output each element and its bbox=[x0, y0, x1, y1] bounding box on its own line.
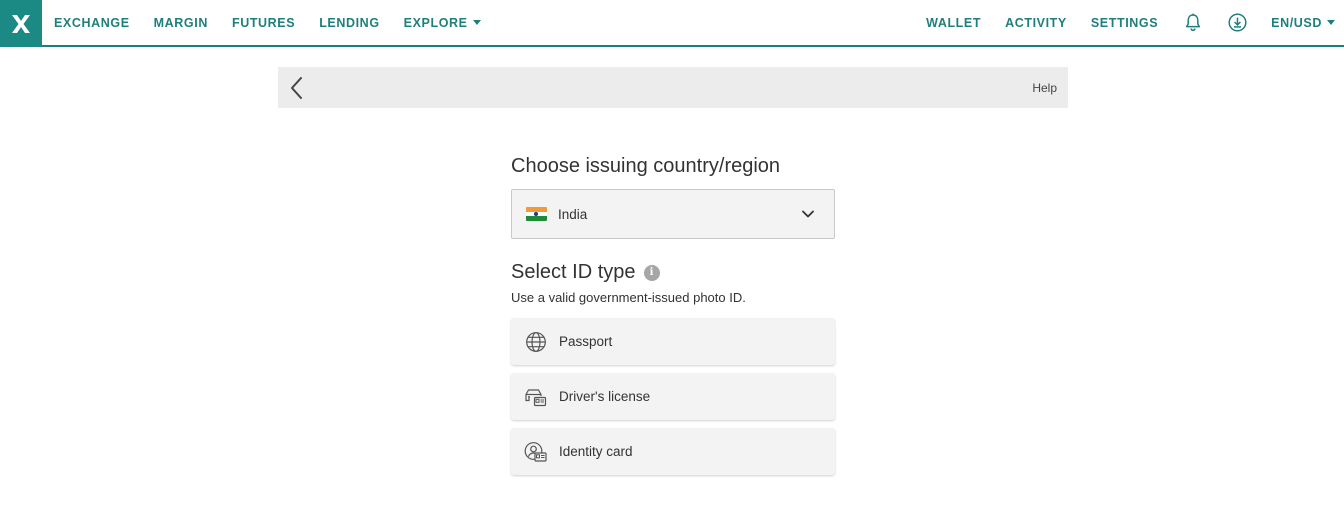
nav-activity-label: ACTIVITY bbox=[1005, 15, 1067, 30]
chevron-down-icon bbox=[802, 210, 814, 218]
nav-settings[interactable]: SETTINGS bbox=[1091, 16, 1158, 30]
nav-futures-label: FUTURES bbox=[231, 15, 296, 30]
country-select-value: India bbox=[558, 206, 588, 222]
nav-explore[interactable]: EXPLORE bbox=[404, 16, 481, 30]
caret-down-icon bbox=[472, 20, 481, 25]
nav-settings-label: SETTINGS bbox=[1090, 15, 1159, 30]
nav-margin[interactable]: MARGIN bbox=[154, 16, 208, 30]
download-button[interactable] bbox=[1228, 13, 1247, 32]
option-identity-card-label: Identity card bbox=[559, 444, 633, 459]
download-icon bbox=[1228, 13, 1247, 32]
id-verification-form: Choose issuing country/region India Sele… bbox=[511, 155, 835, 483]
id-type-description: Use a valid government-issued photo ID. bbox=[511, 290, 746, 305]
locale-label: EN/USD bbox=[1271, 15, 1322, 30]
nav-exchange-label: EXCHANGE bbox=[54, 15, 130, 30]
nav-activity[interactable]: ACTIVITY bbox=[1005, 16, 1067, 30]
x-logo-icon bbox=[12, 14, 30, 33]
nav-lending[interactable]: LENDING bbox=[319, 16, 379, 30]
option-drivers-license-label: Driver's license bbox=[559, 389, 651, 404]
nav-explore-label: EXPLORE bbox=[403, 15, 468, 30]
option-passport-label: Passport bbox=[559, 334, 613, 349]
option-identity-card[interactable]: Identity card bbox=[511, 428, 835, 475]
india-flag-icon bbox=[526, 207, 547, 221]
sub-header: Help bbox=[278, 67, 1068, 108]
person-id-icon bbox=[524, 440, 547, 463]
option-passport[interactable]: Passport bbox=[511, 318, 835, 365]
country-heading: Choose issuing country/region bbox=[511, 155, 781, 177]
id-type-heading-label: Select ID type bbox=[511, 261, 636, 283]
globe-icon bbox=[524, 330, 547, 353]
id-type-heading: Select ID type i bbox=[511, 261, 835, 284]
option-drivers-license[interactable]: Driver's license bbox=[511, 373, 835, 420]
nav-margin-label: MARGIN bbox=[153, 15, 208, 30]
country-select[interactable]: India bbox=[511, 189, 835, 239]
help-link[interactable]: Help bbox=[1032, 81, 1057, 95]
logo[interactable] bbox=[0, 0, 42, 47]
nav-lending-label: LENDING bbox=[319, 15, 380, 30]
info-icon[interactable]: i bbox=[643, 264, 660, 281]
top-nav-bar: EXCHANGE MARGIN FUTURES LENDING EXPLORE … bbox=[0, 0, 1344, 47]
bell-icon bbox=[1186, 13, 1201, 32]
nav-futures[interactable]: FUTURES bbox=[232, 16, 295, 30]
notifications-button[interactable] bbox=[1184, 13, 1202, 32]
nav-wallet-label: WALLET bbox=[926, 15, 982, 30]
chevron-left-icon bbox=[291, 77, 302, 99]
nav-left: EXCHANGE MARGIN FUTURES LENDING EXPLORE bbox=[54, 0, 505, 45]
nav-exchange[interactable]: EXCHANGE bbox=[54, 16, 130, 30]
nav-right: WALLET ACTIVITY SETTINGS EN/USD bbox=[902, 0, 1335, 45]
nav-wallet[interactable]: WALLET bbox=[926, 16, 981, 30]
caret-down-icon bbox=[1327, 20, 1335, 25]
car-id-icon bbox=[524, 385, 547, 408]
locale-selector[interactable]: EN/USD bbox=[1271, 16, 1335, 30]
back-button[interactable] bbox=[288, 76, 308, 100]
